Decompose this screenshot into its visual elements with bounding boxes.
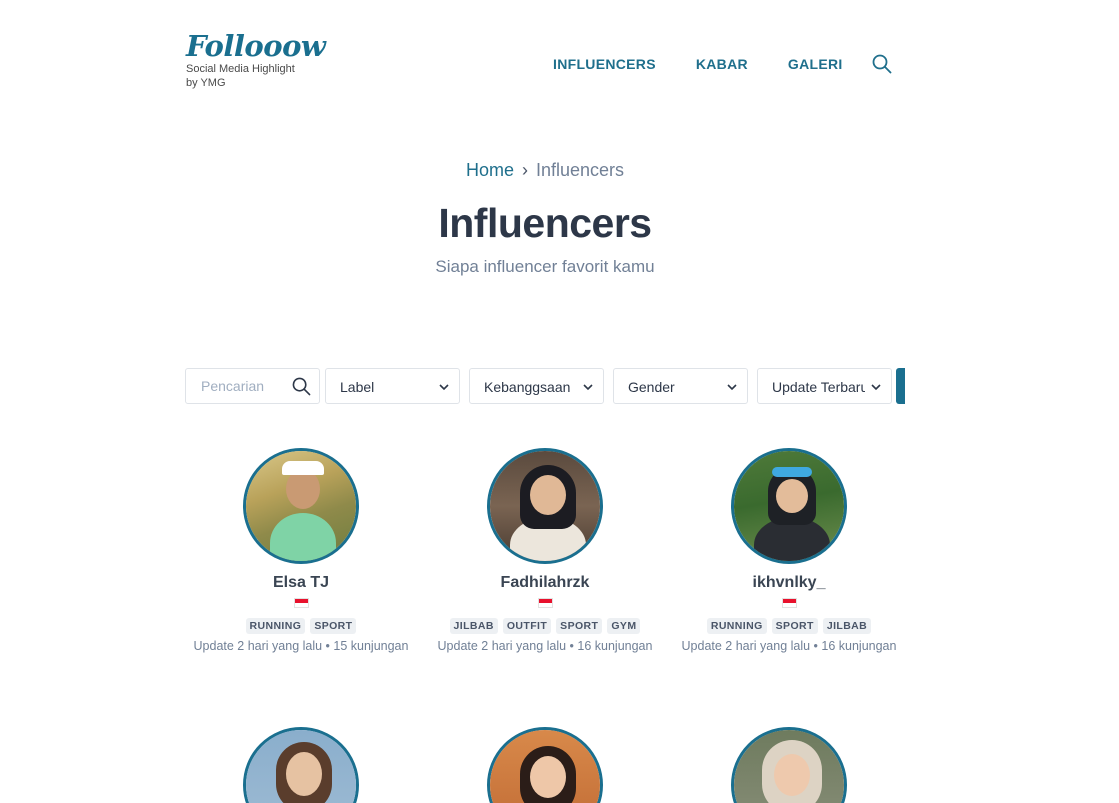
tag[interactable]: SPORT	[310, 618, 357, 634]
tag[interactable]: SPORT	[556, 618, 603, 634]
main-nav: INFLUENCERS KABAR GALERI	[553, 56, 883, 72]
indonesia-flag-icon	[537, 598, 553, 608]
influencer-card[interactable]: Elsa TJ RUNNING SPORT Update 2 hari yang…	[181, 448, 421, 653]
influencer-meta: Update 2 hari yang lalu • 16 kunjungan	[437, 639, 653, 653]
brand-tagline-line2: by YMG	[186, 77, 226, 89]
influencer-card[interactable]	[181, 727, 421, 803]
breadcrumb-current: Influencers	[535, 160, 625, 180]
avatar[interactable]	[243, 448, 359, 564]
breadcrumb: Home › Influencers	[0, 160, 1090, 181]
filter-bar: Label Kebanggsaan Gender Update Terbaru	[185, 368, 905, 404]
tag[interactable]: JILBAB	[449, 618, 498, 634]
page-subtitle: Siapa influencer favorit kamu	[435, 257, 655, 276]
nav-item-kabar[interactable]: KABAR	[696, 56, 748, 72]
influencer-card[interactable]	[425, 727, 665, 803]
indonesia-flag-icon	[293, 598, 309, 608]
influencer-name[interactable]: ikhvnlky_	[669, 574, 909, 592]
brand-logo[interactable]: Follooow Social Media Highlight by YMG	[186, 30, 326, 90]
nav-item-influencers[interactable]: INFLUENCERS	[553, 56, 656, 72]
filter-submit-button[interactable]	[896, 368, 905, 404]
influencer-name[interactable]: Fadhilahrzk	[425, 574, 665, 592]
nationality-select[interactable]: Kebanggsaan	[469, 368, 604, 404]
search-icon[interactable]	[872, 54, 892, 79]
influencer-card[interactable]: ikhvnlky_ RUNNING SPORT JILBAB Update 2 …	[669, 448, 909, 653]
tag[interactable]: RUNNING	[706, 618, 767, 634]
avatar[interactable]	[487, 448, 603, 564]
page: Follooow Social Media Highlight by YMG I…	[0, 0, 1119, 803]
influencer-card[interactable]	[669, 727, 909, 803]
influencer-name[interactable]: Elsa TJ	[181, 574, 421, 592]
sort-select[interactable]: Update Terbaru	[757, 368, 892, 404]
chevron-down-icon	[721, 381, 737, 393]
tag[interactable]: JILBAB	[822, 618, 872, 634]
chevron-down-icon	[865, 381, 881, 393]
brand-name[interactable]: Follooow	[186, 30, 326, 62]
tag[interactable]: GYM	[607, 618, 641, 634]
tag[interactable]: RUNNING	[245, 618, 306, 634]
indonesia-flag-icon	[781, 598, 797, 608]
nav-item-galeri[interactable]: GALERI	[788, 56, 843, 72]
tag[interactable]: SPORT	[771, 618, 818, 634]
tag[interactable]: OUTFIT	[502, 618, 552, 634]
page-title: Influencers	[438, 200, 652, 246]
label-select-value: Label	[340, 379, 375, 395]
search-field[interactable]	[185, 368, 320, 404]
avatar[interactable]	[487, 727, 603, 803]
influencer-meta: Update 2 hari yang lalu • 16 kunjungan	[681, 639, 897, 653]
search-input[interactable]	[201, 378, 286, 394]
brand-tagline-line1: Social Media Highlight	[186, 63, 295, 75]
tag-list: RUNNING SPORT	[181, 618, 421, 634]
gender-select[interactable]: Gender	[613, 368, 748, 404]
breadcrumb-home[interactable]: Home	[466, 160, 514, 180]
search-icon[interactable]	[292, 377, 311, 401]
breadcrumb-separator: ›	[521, 160, 528, 180]
avatar[interactable]	[731, 448, 847, 564]
chevron-down-icon	[433, 381, 449, 393]
sort-select-value: Update Terbaru	[772, 379, 869, 395]
chevron-down-icon	[577, 381, 593, 393]
avatar[interactable]	[731, 727, 847, 803]
label-select[interactable]: Label	[325, 368, 460, 404]
tag-list: JILBAB OUTFIT SPORT GYM	[425, 618, 665, 634]
influencer-meta: Update 2 hari yang lalu • 15 kunjungan	[193, 639, 409, 653]
influencer-card[interactable]: Fadhilahrzk JILBAB OUTFIT SPORT GYM Upda…	[425, 448, 665, 653]
nationality-select-value: Kebanggsaan	[484, 379, 571, 395]
tag-list: RUNNING SPORT JILBAB	[669, 618, 909, 634]
gender-select-value: Gender	[628, 379, 675, 395]
avatar[interactable]	[243, 727, 359, 803]
